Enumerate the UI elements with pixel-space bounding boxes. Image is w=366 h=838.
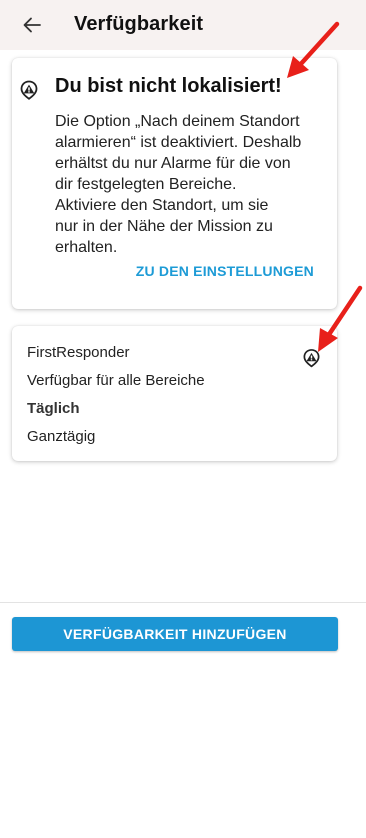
warning-title: Du bist nicht lokalisiert! bbox=[55, 75, 282, 97]
annotation-arrow-icon bbox=[287, 21, 340, 78]
warning-message-line: dir festgelegten Bereiche. bbox=[55, 176, 237, 193]
go-to-settings-link[interactable]: ZU DEN EINSTELLUNGEN bbox=[136, 263, 314, 279]
warning-message-line: erhältst du nur Alarme für die von bbox=[55, 155, 291, 172]
footer-divider bbox=[0, 602, 366, 603]
availability-scope: Verfügbar für alle Bereiche bbox=[27, 372, 205, 389]
arrow-left-icon bbox=[23, 17, 41, 33]
warning-message-line: Die Option „Nach deinem Standort bbox=[55, 113, 300, 130]
annotation-arrow-icon bbox=[318, 285, 363, 352]
back-button[interactable] bbox=[18, 11, 46, 39]
page-title: Verfügbarkeit bbox=[74, 13, 204, 35]
warning-message-line: erhalten. bbox=[55, 239, 118, 256]
location-off-warning-icon bbox=[20, 80, 38, 100]
add-availability-button[interactable]: VERFÜGBARKEIT HINZUFÜGEN bbox=[12, 617, 338, 651]
warning-message: Die Option „Nach deinem Standort alarmie… bbox=[55, 111, 335, 258]
availability-frequency: Täglich bbox=[27, 400, 80, 417]
warning-message-line: nur in der Nähe der Mission zu bbox=[55, 218, 273, 235]
availability-time: Ganztägig bbox=[27, 428, 96, 445]
warning-message-line: Aktiviere den Standort, um sie bbox=[55, 197, 269, 214]
availability-name: FirstResponder bbox=[27, 344, 130, 361]
warning-message-line: alarmieren“ ist deaktiviert. Deshalb bbox=[55, 134, 302, 151]
